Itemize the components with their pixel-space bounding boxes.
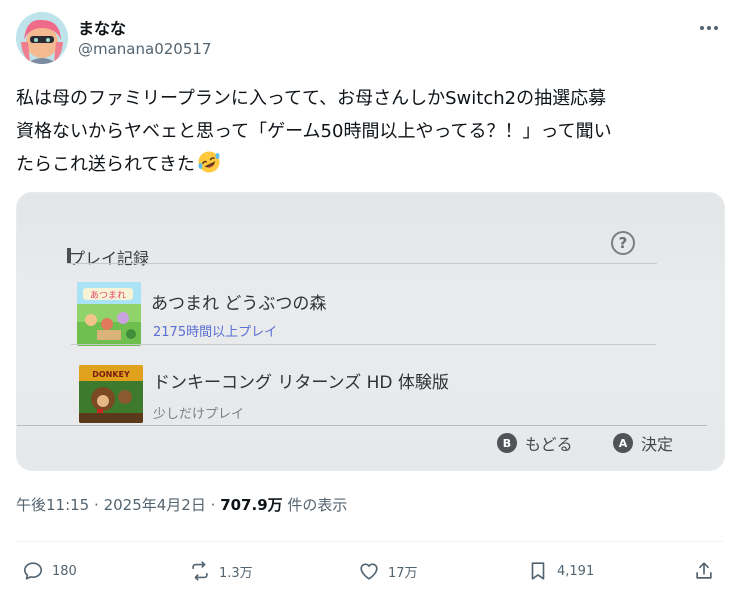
game-title-animal-crossing: あつまれ どうぶつの森	[151, 294, 327, 314]
post-text-content: 私は母のファミリープランに入ってて、お母さんしかSwitch2の抽選応募 資格な…	[16, 88, 612, 175]
meta-separator: ·	[94, 496, 99, 514]
reply-button[interactable]: 180	[22, 560, 77, 582]
like-count: 17万	[388, 565, 418, 581]
confirm-label: 決定	[641, 435, 674, 454]
rolling-on-floor-laughing-icon	[197, 150, 221, 185]
avatar[interactable]	[16, 12, 68, 64]
action-bar: 180 1.3万 17万 4,191	[16, 556, 723, 590]
reply-count: 180	[52, 563, 77, 579]
heart-icon	[360, 563, 378, 580]
meta-separator: ·	[210, 496, 216, 514]
playtime-animal-crossing: 2175時間以上プレイ	[153, 325, 278, 340]
views-count: 707.9万	[220, 496, 283, 514]
more-icon	[700, 26, 718, 30]
svg-text:あつまれ: あつまれ	[90, 290, 126, 301]
reply-icon	[23, 562, 43, 580]
views-label: 件の表示	[287, 496, 348, 514]
animal-crossing-thumbnail: あつまれ	[77, 282, 141, 346]
post-text: 私は母のファミリープランに入ってて、お母さんしかSwitch2の抽選応募 資格な…	[16, 82, 721, 185]
share-button[interactable]	[693, 560, 723, 582]
like-button[interactable]: 17万	[358, 560, 418, 582]
repost-icon	[192, 561, 208, 581]
avatar-image	[16, 12, 68, 64]
confirm-button[interactable]: A 決定	[613, 431, 673, 455]
post-date[interactable]: 2025年4月2日	[104, 496, 206, 514]
post-meta: 午後11:15 · 2025年4月2日 · 707.9万 件の表示	[16, 494, 347, 515]
repost-button[interactable]: 1.3万	[189, 560, 253, 582]
b-button-icon: B	[497, 433, 517, 453]
back-label: もどる	[525, 435, 573, 454]
a-button-icon: A	[613, 433, 633, 453]
more-options-button[interactable]	[695, 18, 723, 38]
display-name[interactable]: まなな	[78, 15, 126, 39]
bookmark-icon	[531, 562, 545, 580]
bookmark-button[interactable]: 4,191	[527, 560, 594, 582]
actions-divider	[16, 541, 723, 542]
repost-count: 1.3万	[219, 565, 253, 581]
play-record-title: プレイ記録	[69, 249, 150, 268]
game-title-donkey-kong: ドンキーコング リターンズ HD 体験版	[153, 373, 449, 393]
donkey-kong-thumbnail: DONKEY	[79, 365, 143, 423]
post-header: まなな @manana020517	[16, 12, 723, 64]
divider-middle	[71, 344, 656, 345]
share-icon	[696, 562, 712, 579]
svg-text:DONKEY: DONKEY	[92, 370, 130, 379]
post-time[interactable]: 午後11:15	[16, 496, 89, 514]
divider-top	[67, 263, 657, 264]
back-button[interactable]: B もどる	[497, 431, 573, 455]
divider-bottom	[17, 425, 707, 426]
bookmark-count: 4,191	[557, 563, 595, 579]
help-icon: ?	[611, 231, 635, 255]
post-image[interactable]: プレイ記録 ? あつまれ あつまれ どうぶつの森 2175時間以上プレイ DON…	[16, 192, 725, 471]
playtime-donkey-kong: 少しだけプレイ	[153, 407, 245, 422]
user-handle[interactable]: @manana020517	[78, 40, 211, 58]
